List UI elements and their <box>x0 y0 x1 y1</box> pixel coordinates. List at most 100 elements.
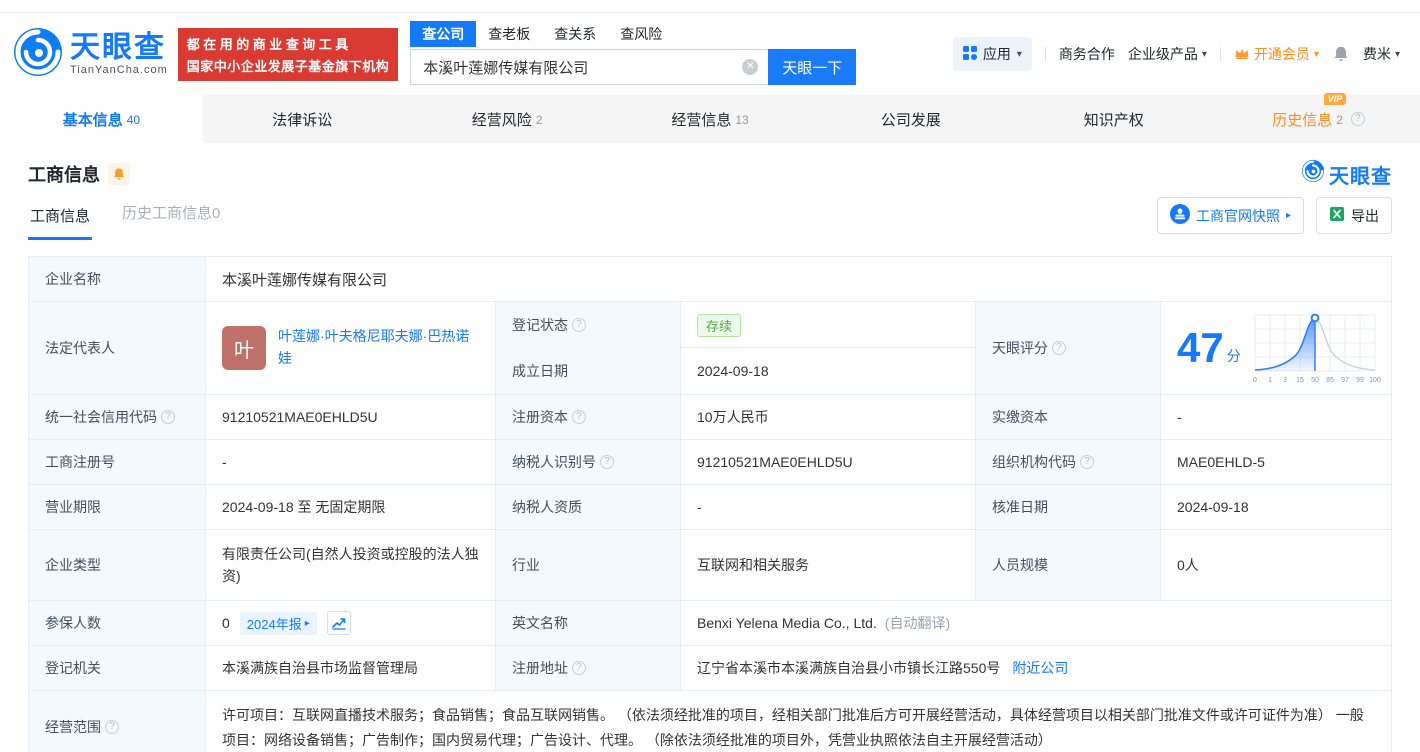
table-row: 统一社会信用代码 ? 91210521MAE0EHLD5U 注册资本 ? 10万… <box>29 395 1391 440</box>
brand-domain: TianYanCha.com <box>70 63 168 76</box>
org-code-value: MAE0EHLD-5 <box>1177 454 1265 470</box>
search-tab-relation[interactable]: 查关系 <box>542 21 608 47</box>
help-icon[interactable]: ? <box>105 720 119 734</box>
logo-text: 天眼查 TianYanCha.com <box>70 30 168 76</box>
credit-code-value: 91210521MAE0EHLD5U <box>206 395 496 439</box>
excel-icon <box>1329 206 1345 225</box>
english-name-value: Benxi Yelena Media Co., Ltd. <box>697 615 877 631</box>
table-subrow: 成立日期 2024-09-18 <box>496 348 975 394</box>
tick-label: 3 <box>1283 377 1287 384</box>
tick-label: 100 <box>1369 377 1381 384</box>
tianyancha-logo[interactable]: 天眼查 TianYanCha.com <box>12 26 168 83</box>
reg-capital-value: 10万人民币 <box>681 395 976 439</box>
insured-count-label: 参保人数 <box>29 601 206 645</box>
help-icon[interactable]: ? <box>572 661 586 675</box>
brand-watermark: 天眼查 <box>1301 159 1392 189</box>
table-subrow: 登记状态 ? 存续 <box>496 302 975 348</box>
nearby-companies-link[interactable]: 附近公司 <box>1012 658 1068 678</box>
tab-history-info[interactable]: 历史信息 VIP 2 ? <box>1217 92 1420 143</box>
vip-badge: VIP <box>1323 92 1347 105</box>
export-button[interactable]: 导出 <box>1316 197 1392 234</box>
help-icon[interactable]: ? <box>161 410 175 424</box>
help-icon[interactable]: ? <box>572 318 586 332</box>
nav-cooperation[interactable]: 商务合作 <box>1059 44 1115 64</box>
tab-label: 公司发展 <box>880 111 941 129</box>
staff-size-value: 0人 <box>1177 557 1199 573</box>
tab-count: 40 <box>126 113 141 127</box>
table-row: 登记机关 本溪满族自治县市场监督管理局 注册地址 ? 辽宁省本溪市本溪满族自治县… <box>29 646 1391 691</box>
nav-enterprise[interactable]: 企业级产品 ▾ <box>1128 44 1207 64</box>
help-icon[interactable]: ? <box>1080 455 1094 469</box>
apps-menu[interactable]: 应用 ▾ <box>952 37 1032 71</box>
legal-rep-label: 法定代表人 <box>29 302 206 394</box>
chevron-down-icon: ▾ <box>1313 48 1319 60</box>
nav-open-vip[interactable]: 开通会员 ▾ <box>1234 44 1319 64</box>
search-tab-risk[interactable]: 查风险 <box>608 21 674 47</box>
tick-label: 85 <box>1326 377 1334 384</box>
tab-label: 基本信息 <box>62 111 123 129</box>
tick-label: 99 <box>1356 377 1364 384</box>
subscribe-bell-icon[interactable] <box>108 163 130 185</box>
tab-company-development[interactable]: 公司发展 <box>811 95 1014 143</box>
establish-date-label: 成立日期 <box>496 348 681 394</box>
establish-date-value: 2024-09-18 <box>697 363 769 379</box>
main-content: 工商信息 天眼查 工商信息 历史工商信息0 工商官网快照 ▸ 导出 企业名称 本… <box>0 159 1420 752</box>
company-type-label: 企业类型 <box>29 530 206 600</box>
table-row: 参保人数 0 2024年报 ▸ 英文名称 Benxi Yelena Media … <box>29 601 1391 646</box>
tab-intellectual-property[interactable]: 知识产权 <box>1014 95 1217 143</box>
enterprise-label: 企业级产品 <box>1127 46 1198 62</box>
company-name-label: 企业名称 <box>29 257 206 301</box>
eye-logo-icon <box>12 26 64 83</box>
search-tab-boss[interactable]: 查老板 <box>476 21 542 47</box>
business-info-table: 企业名称 本溪叶莲娜传媒有限公司 法定代表人 叶 叶莲娜·叶夫格尼耶夫娜·巴热诺… <box>28 256 1392 752</box>
subtab-row: 工商信息 历史工商信息0 工商官网快照 ▸ 导出 <box>28 197 1392 242</box>
english-name-cell: Benxi Yelena Media Co., Ltd. (自动翻译) <box>681 601 1391 645</box>
search-bar: ✕ 天眼一下 <box>410 49 857 85</box>
subtab-history-business-info[interactable]: 历史工商信息0 <box>122 202 220 237</box>
help-icon[interactable]: ? <box>600 455 614 469</box>
score-value: 47 <box>1177 324 1224 371</box>
open-vip-label: 开通会员 <box>1253 46 1310 62</box>
insured-count-value: 0 <box>222 615 230 631</box>
tab-label: 经营风险 <box>471 111 532 129</box>
table-row: 法定代表人 叶 叶莲娜·叶夫格尼耶夫娜·巴热诺娃 登记状态 ? 存续 成立日期 … <box>29 302 1391 395</box>
help-icon[interactable]: ? <box>572 410 586 424</box>
paid-capital-value: - <box>1177 409 1182 425</box>
eye-logo-icon <box>1301 159 1325 189</box>
chevron-down-icon: ▾ <box>1016 48 1022 60</box>
tick-label: 0 <box>1253 377 1257 384</box>
table-row: 经营范围 ? 许可项目：互联网直播技术服务；食品销售；食品互联网销售。 （依法须… <box>29 691 1391 752</box>
nav-divider <box>1219 46 1221 62</box>
annual-report-badge[interactable]: 2024年报 ▸ <box>239 611 317 635</box>
help-icon[interactable]: ? <box>1052 341 1066 355</box>
tab-operation-info[interactable]: 经营信息 13 <box>609 95 812 143</box>
taxpayer-id-label-cell: 纳税人识别号 ? <box>496 440 681 484</box>
snapshot-label: 工商官网快照 <box>1195 207 1280 224</box>
nav-user-menu[interactable]: 费米 ▾ <box>1363 44 1400 64</box>
search-tabs: 查公司 查老板 查关系 查风险 <box>410 21 856 47</box>
trend-chart-icon[interactable] <box>326 611 351 635</box>
tab-operation-risk[interactable]: 经营风险 2 <box>406 95 609 143</box>
legal-rep-name-link[interactable]: 叶莲娜·叶夫格尼耶夫娜·巴热诺娃 <box>278 326 479 369</box>
search-button[interactable]: 天眼一下 <box>768 49 857 85</box>
official-snapshot-button[interactable]: 工商官网快照 ▸ <box>1156 197 1304 234</box>
search-tab-company[interactable]: 查公司 <box>410 21 477 47</box>
help-icon[interactable]: ? <box>1350 112 1365 126</box>
search-input[interactable] <box>410 49 769 85</box>
chevron-down-icon: ▾ <box>1394 48 1400 60</box>
tab-basic-info[interactable]: 基本信息 40 <box>0 95 203 143</box>
score-label-cell: 天眼评分 ? <box>976 302 1161 394</box>
reg-address-label: 注册地址 <box>512 660 568 676</box>
industry-label: 行业 <box>496 530 681 600</box>
slogan-banner: 都在用的商业查询工具 国家中小企业发展子基金旗下机构 <box>177 27 399 81</box>
brand-name: 天眼查 <box>70 30 166 64</box>
crown-icon <box>1234 46 1250 63</box>
tab-legal-proceedings[interactable]: 法律诉讼 <box>203 95 406 143</box>
business-scope-label: 经营范围 <box>45 719 101 735</box>
taxpayer-quality-value: - <box>681 485 976 529</box>
reg-status-label: 登记状态 <box>512 317 568 333</box>
section-title: 工商信息 <box>28 165 100 185</box>
subtab-business-info[interactable]: 工商信息 <box>28 199 93 240</box>
approval-date-value: 2024-09-18 <box>1177 499 1249 515</box>
notification-bell-icon[interactable] <box>1332 45 1350 63</box>
